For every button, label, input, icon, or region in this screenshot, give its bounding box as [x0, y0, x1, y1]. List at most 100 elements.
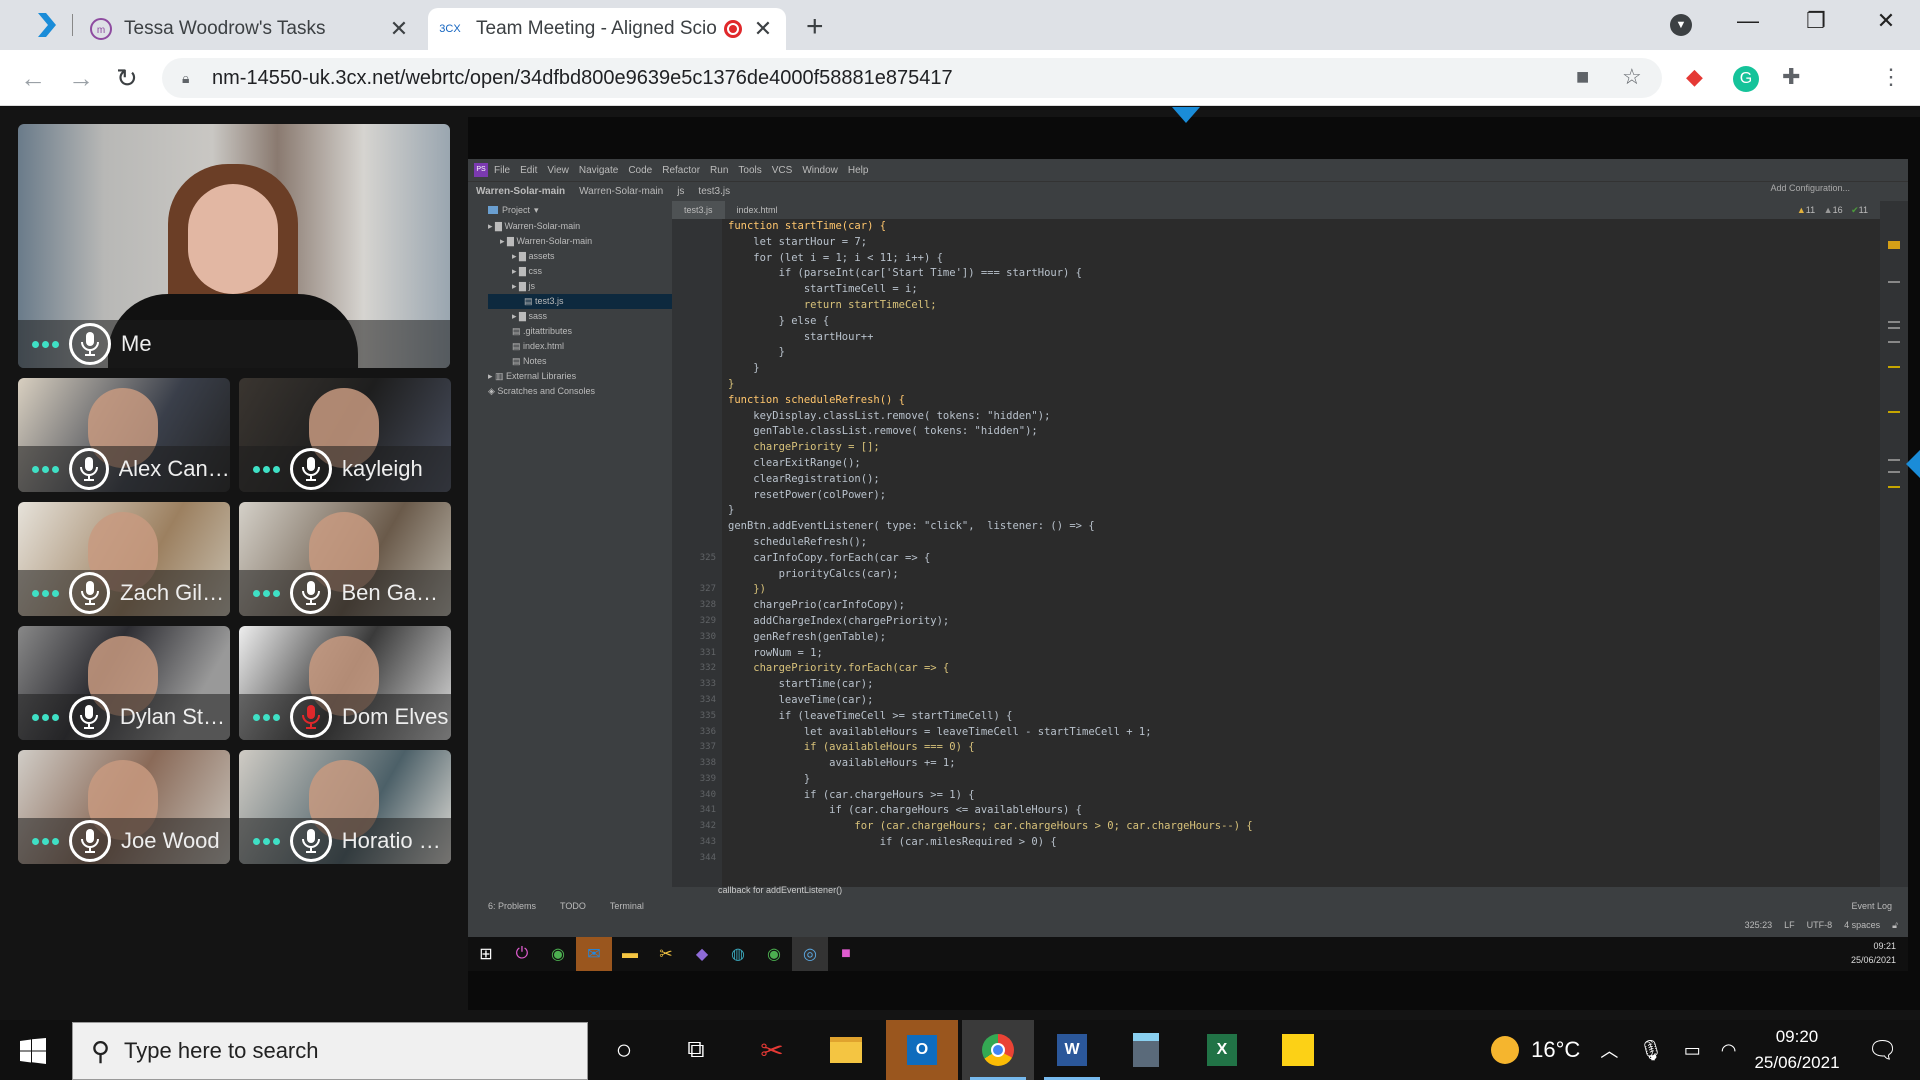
tree-item[interactable]: ▤ index.html [488, 339, 672, 354]
taskbar-clock[interactable]: 09:20 25/06/2021 [1754, 1024, 1839, 1076]
ide-menu-help[interactable]: Help [848, 165, 869, 176]
todo-tab[interactable]: TODO [560, 901, 586, 911]
participant-tile[interactable]: Horatio B... [239, 750, 451, 864]
more-options-icon[interactable] [32, 713, 59, 721]
terminal-tab[interactable]: Terminal [610, 901, 644, 911]
code-editor[interactable]: test3.js index.html ▲11 ▲16 ✔11 325 327 32… [672, 201, 1908, 887]
tree-item[interactable]: ▸ ▇ Warren-Solar-main [488, 234, 672, 249]
snip-sketch-icon[interactable]: ✂ [736, 1020, 808, 1080]
ide-menu-refactor[interactable]: Refactor [662, 165, 700, 176]
breadcrumb-item[interactable]: test3.js [698, 186, 730, 197]
grammarly-icon[interactable]: G [1733, 66, 1759, 92]
url-text[interactable]: nm-14550-uk.3cx.net/webrtc/open/34dfbd80… [212, 67, 953, 90]
ide-menu-navigate[interactable]: Navigate [579, 165, 618, 176]
taskbar-search-input[interactable]: ⚲ Type here to search [72, 1022, 588, 1080]
more-options-icon[interactable] [253, 465, 280, 473]
bookmark-star-icon[interactable]: ☆ [1622, 64, 1642, 90]
close-tab-icon[interactable]: ✕ [386, 16, 412, 42]
tree-item[interactable]: ▤ .gitattributes [488, 324, 672, 339]
breadcrumb-item[interactable]: Warren-Solar-main [579, 186, 663, 197]
outlook-icon[interactable]: O [886, 1020, 958, 1080]
tree-item[interactable]: ▤ test3.js [488, 294, 672, 309]
tree-item[interactable]: ◈ Scratches and Consoles [488, 384, 672, 399]
indent-setting[interactable]: 4 spaces [1844, 920, 1880, 931]
forward-arrow-icon[interactable]: → [68, 63, 94, 94]
windows-start-icon[interactable] [20, 1038, 46, 1064]
tab-tessa-tasks[interactable]: m Tessa Woodrow's Tasks ✕ [82, 8, 422, 50]
task-view-icon[interactable]: ⧉ [660, 1020, 732, 1080]
ide-menu-code[interactable]: Code [628, 165, 652, 176]
ide-menu-view[interactable]: View [547, 165, 569, 176]
add-configuration-button[interactable]: Add Configuration... [1770, 183, 1850, 193]
participant-tile[interactable]: kayleigh [239, 378, 451, 492]
chevron-app-icon[interactable] [36, 13, 56, 37]
camera-icon[interactable]: ■ [1576, 64, 1589, 90]
microphone-muted-icon[interactable] [290, 696, 332, 738]
word-icon[interactable]: W [1036, 1020, 1108, 1080]
ide-menu-edit[interactable]: Edit [520, 165, 537, 176]
ide-menu-run[interactable]: Run [710, 165, 728, 176]
ide-menu-vcs[interactable]: VCS [772, 165, 793, 176]
problems-tab[interactable]: 6: Problems [488, 901, 536, 911]
participant-tile[interactable]: Dom Elves [239, 626, 451, 740]
tree-item[interactable]: ▤ Notes [488, 354, 672, 369]
chrome-menu-icon[interactable]: ⋮ [1880, 64, 1902, 90]
ide-menu-window[interactable]: Window [802, 165, 838, 176]
participant-tile[interactable]: Dylan Ste... [18, 626, 230, 740]
tree-item[interactable]: ▸ ▥ External Libraries [488, 369, 672, 384]
address-bar[interactable]: 🔒︎ nm-14550-uk.3cx.net/webrtc/open/34dfb… [162, 58, 1662, 98]
minimize-button[interactable]: — [1728, 8, 1768, 38]
participant-tile[interactable]: Joe Wood [18, 750, 230, 864]
battery-icon[interactable]: ▭ [1684, 1040, 1701, 1061]
editor-tab-index-html[interactable]: index.html [725, 205, 790, 215]
code-text[interactable]: function startTime(car) { let startHour … [728, 219, 1878, 887]
microphone-icon[interactable] [290, 572, 332, 614]
back-arrow-icon[interactable]: ← [20, 63, 46, 94]
microphone-icon[interactable] [69, 572, 111, 614]
file-encoding[interactable]: UTF-8 [1807, 920, 1833, 931]
microphone-icon[interactable] [290, 820, 332, 862]
editor-scrollbar[interactable] [1880, 201, 1908, 887]
sticky-notes-icon[interactable] [1262, 1020, 1334, 1080]
microphone-icon[interactable] [69, 696, 110, 738]
more-options-icon[interactable] [32, 340, 59, 348]
ide-menu-file[interactable]: File [494, 165, 510, 176]
tab-team-meeting[interactable]: 3CX Team Meeting - Aligned Scio ✕ [428, 8, 786, 50]
project-view-selector[interactable]: Project [502, 205, 530, 215]
microphone-icon[interactable] [69, 448, 109, 490]
close-tab-icon[interactable]: ✕ [750, 16, 776, 42]
inspection-widget[interactable]: ▲11 ▲16 ✔11 [1797, 205, 1868, 216]
participant-tile[interactable]: Zach Gilb... [18, 502, 230, 616]
breadcrumb-item[interactable]: js [677, 186, 684, 197]
notification-center-icon[interactable]: 🗨︎ [1868, 1036, 1898, 1065]
tree-item[interactable]: ▸ ▇ Warren-Solar-main [488, 219, 672, 234]
chevron-up-icon[interactable]: ︿ [1600, 1037, 1618, 1063]
event-log-button[interactable]: Event Log [1851, 901, 1892, 911]
tree-item[interactable]: ▸ ▇ sass [488, 309, 672, 324]
new-tab-button[interactable]: + [806, 10, 824, 44]
cortana-icon[interactable]: ○ [588, 1020, 660, 1080]
line-separator[interactable]: LF [1784, 920, 1795, 931]
cursor-position[interactable]: 325:23 [1745, 920, 1773, 931]
microphone-icon[interactable]: 🎙︎ [1638, 1038, 1663, 1063]
more-options-icon[interactable] [32, 465, 59, 473]
lock-icon[interactable]: 🔓︎ [1892, 920, 1898, 931]
extensions-puzzle-icon[interactable]: ✚ [1782, 64, 1800, 90]
close-window-button[interactable]: ✕ [1866, 8, 1906, 38]
chrome-icon[interactable] [962, 1020, 1034, 1080]
tree-item[interactable]: ▸ ▇ css [488, 264, 672, 279]
microphone-icon[interactable] [69, 323, 111, 365]
file-explorer-icon[interactable] [810, 1020, 882, 1080]
excel-icon[interactable]: X [1186, 1020, 1258, 1080]
microphone-icon[interactable] [69, 820, 111, 862]
participant-tile[interactable]: Alex Cann... [18, 378, 230, 492]
tree-item[interactable]: ▸ ▇ js [488, 279, 672, 294]
more-options-icon[interactable] [253, 837, 280, 845]
ide-menu-tools[interactable]: Tools [738, 165, 761, 176]
side-panel-toggle-icon[interactable] [1906, 448, 1920, 480]
weather-temperature[interactable]: 16°C [1531, 1037, 1580, 1063]
participant-tile[interactable]: Ben Gam... [239, 502, 451, 616]
more-options-icon[interactable] [253, 589, 280, 597]
tree-item[interactable]: ▸ ▇ assets [488, 249, 672, 264]
more-options-icon[interactable] [32, 837, 59, 845]
